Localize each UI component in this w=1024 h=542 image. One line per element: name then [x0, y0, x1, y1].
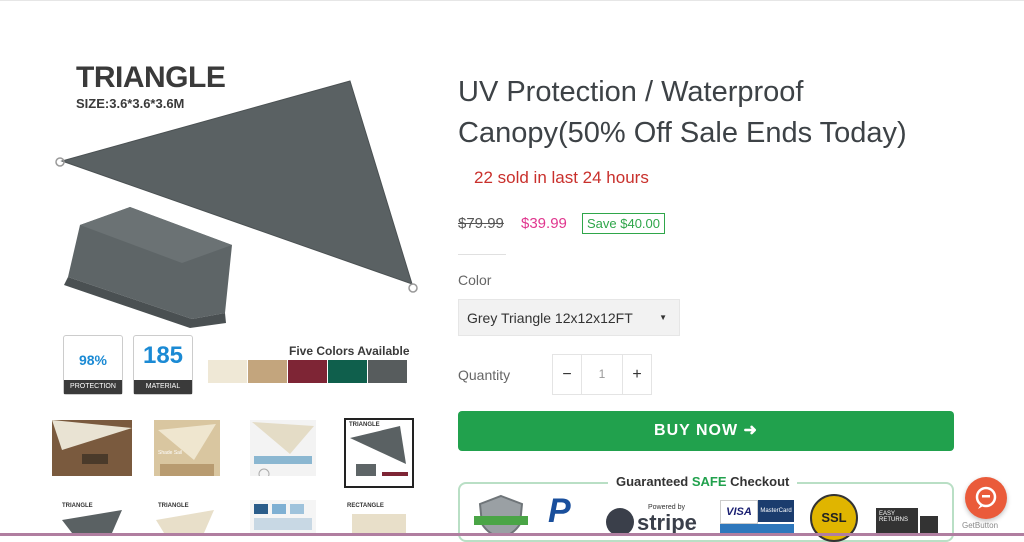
top-divider: [0, 0, 1024, 1]
secure-shield-icon: [474, 494, 528, 534]
quantity-increase-button[interactable]: +: [622, 355, 651, 394]
checkout-title-pre: Guaranteed: [616, 474, 692, 489]
chat-widget-button[interactable]: [965, 477, 1007, 519]
protection-badge: 98% PROTECTION: [63, 335, 123, 395]
thumbnail-5[interactable]: TRIANGLE: [52, 500, 132, 533]
buy-now-button[interactable]: BUY NOW ➜: [458, 411, 954, 451]
quantity-label: Quantity: [458, 367, 511, 383]
image-size-text: SIZE:3.6*3.6*3.6M: [76, 96, 185, 111]
checkout-title-safe: SAFE: [691, 474, 727, 489]
thumbnail-2-text: Shade Sail: [158, 450, 183, 456]
quantity-decrease-button[interactable]: −: [553, 355, 582, 394]
thumbnail-2[interactable]: Shade Sail: [154, 420, 234, 476]
price-original: $79.99: [458, 215, 504, 232]
thumbnail-6-title: TRIANGLE: [158, 503, 189, 509]
easy-returns-text: EASY RETURNS: [879, 511, 909, 523]
caret-down-icon: ▼: [659, 313, 667, 322]
main-product-image[interactable]: TRIANGLE SIZE:3.6*3.6*3.6M 98% PROTECTIO…: [50, 55, 420, 410]
save-badge: Save $40.00: [582, 213, 666, 234]
thumbnail-8-title: RECTANGLE: [347, 503, 384, 509]
swatch-green: [328, 360, 367, 383]
thumbnail-8[interactable]: RECTANGLE: [344, 500, 410, 533]
swatch-burgundy: [288, 360, 327, 383]
thumbnail-6[interactable]: TRIANGLE: [154, 500, 234, 533]
safe-checkout-title: Guaranteed SAFE Checkout: [608, 474, 798, 489]
color-select-value: Grey Triangle 12x12x12FT: [467, 310, 633, 326]
quantity-stepper: − 1 +: [552, 354, 652, 395]
product-title: UV Protection / Waterproof Canopy(50% Of…: [458, 76, 907, 149]
thumbnail-4[interactable]: TRIANGLE: [344, 418, 414, 488]
sold-count: 22 sold in last 24 hours: [474, 168, 649, 187]
getbutton-label: GetButton: [962, 521, 999, 530]
material-label: MATERIAL: [134, 380, 192, 394]
protection-percent: 98%: [78, 352, 108, 368]
protection-label: PROTECTION: [64, 380, 122, 394]
swatch-grey: [368, 360, 407, 383]
checkout-title-post: Checkout: [726, 474, 790, 489]
thumbnail-1[interactable]: [52, 420, 132, 476]
swatch-sand: [248, 360, 287, 383]
thumbnail-3[interactable]: [250, 420, 330, 476]
thumbnail-4-title: TRIANGLE: [349, 422, 380, 428]
quantity-input[interactable]: 1: [581, 355, 623, 394]
mastercard-icon: MasterCard: [758, 500, 794, 522]
price-divider: [458, 254, 506, 255]
thumbnail-7[interactable]: [250, 500, 330, 533]
visa-icon: VISA: [720, 500, 758, 524]
five-colors-text: Five Colors Available: [289, 344, 410, 358]
stripe-shield-icon: [606, 508, 634, 536]
price-sale: $39.99: [521, 215, 567, 232]
color-select[interactable]: Grey Triangle 12x12x12FT ▼: [458, 299, 680, 336]
color-label: Color: [458, 272, 492, 288]
image-heading: TRIANGLE: [76, 61, 226, 94]
paypal-icon: P: [548, 492, 571, 530]
material-number: 185: [142, 342, 184, 369]
material-badge: 185 MATERIAL: [133, 335, 193, 395]
easy-returns-truck-icon: EASY RETURNS: [876, 508, 942, 534]
swatch-beige: [208, 360, 247, 383]
chat-icon: [975, 486, 997, 509]
thumbnail-5-title: TRIANGLE: [62, 503, 93, 509]
